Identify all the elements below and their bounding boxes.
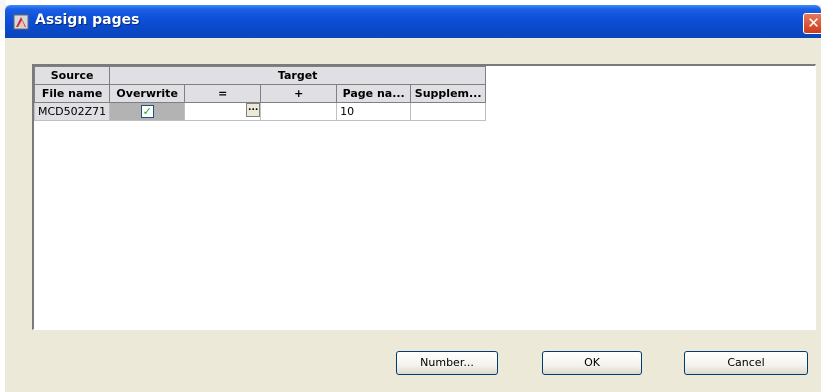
group-header-target: Target xyxy=(109,66,487,85)
assignment-table: Source Target File name Overwrite = + Pa… xyxy=(33,66,487,121)
assign-pages-dialog: Assign pages ✕ Source Target File name O… xyxy=(5,5,821,392)
column-header-page-name[interactable]: Page na... xyxy=(336,84,412,103)
page-name-cell[interactable]: 10 xyxy=(336,102,412,121)
group-header-source: Source xyxy=(33,66,111,85)
column-header-overwrite[interactable]: Overwrite xyxy=(109,84,186,103)
dialog-title: Assign pages xyxy=(35,12,140,28)
plus-cell[interactable] xyxy=(260,102,338,121)
app-icon xyxy=(13,14,29,30)
overwrite-cell[interactable]: ✓ xyxy=(109,102,186,121)
file-name-cell[interactable]: MCD502Z71 xyxy=(33,102,111,121)
table-row[interactable]: MCD502Z71 ✓ ... 10 xyxy=(33,102,487,121)
overwrite-checkbox[interactable]: ✓ xyxy=(140,105,154,119)
column-header-equals[interactable]: = xyxy=(184,84,262,103)
column-header-plus[interactable]: + xyxy=(260,84,338,103)
assignment-grid[interactable]: Source Target File name Overwrite = + Pa… xyxy=(32,64,816,330)
title-bar: Assign pages ✕ xyxy=(5,5,821,38)
ellipsis-button[interactable]: ... xyxy=(246,103,260,117)
ok-button[interactable]: OK xyxy=(542,351,642,375)
column-header-supplement[interactable]: Supplem... xyxy=(410,84,487,103)
cancel-button[interactable]: Cancel xyxy=(684,351,808,375)
column-header-file-name[interactable]: File name xyxy=(33,84,111,103)
equals-cell[interactable]: ... xyxy=(184,102,262,121)
number-button[interactable]: Number... xyxy=(396,351,498,375)
close-button[interactable]: ✕ xyxy=(803,13,821,34)
supplement-cell[interactable] xyxy=(410,102,487,121)
